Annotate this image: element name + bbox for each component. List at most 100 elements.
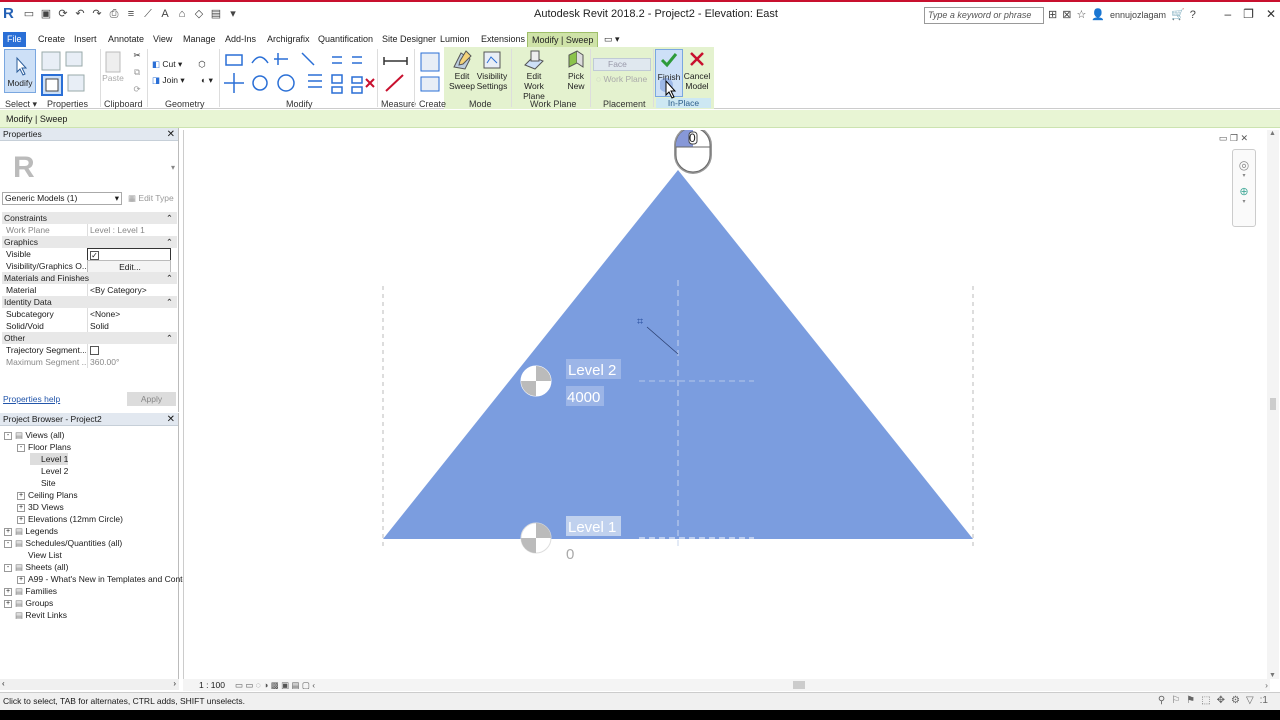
tab-view[interactable]: View <box>149 32 176 47</box>
checkbox[interactable] <box>90 346 99 356</box>
tab-add-ins[interactable]: Add-Ins <box>221 32 260 47</box>
tab-insert[interactable]: Insert <box>70 32 101 47</box>
browser-node[interactable]: + Elevations (12mm Circle) <box>17 513 123 525</box>
browser-node[interactable]: Site <box>30 477 56 489</box>
cut-button[interactable]: ◧ Cut ▾ <box>152 59 198 69</box>
steering-wheel-dropdown[interactable]: ▾ <box>1233 172 1255 179</box>
geometry-tool-2-icon[interactable]: ◐ ▾ <box>195 75 219 85</box>
browser-node[interactable]: + ▤ Families <box>4 585 57 597</box>
open-icon[interactable]: ▭ <box>22 7 36 21</box>
level-2-elevation[interactable]: 4000 <box>567 389 600 406</box>
browser-node[interactable]: View List <box>17 549 62 561</box>
property-category[interactable]: Identity Data ⌃ <box>2 296 177 308</box>
vertical-scrollbar[interactable]: ▲ ▼ <box>1267 130 1279 679</box>
browser-node[interactable]: - ▤ Sheets (all) <box>4 561 68 573</box>
maximize-icon[interactable]: ❐ <box>1243 7 1254 21</box>
tab-extensions[interactable]: Extensions <box>477 32 529 47</box>
measure-icon[interactable]: ≡ <box>124 7 138 21</box>
property-category[interactable]: Constraints ⌃ <box>2 212 177 224</box>
scroll-right-icon[interactable]: › <box>173 679 176 688</box>
link-icon[interactable]: ⚲ <box>1158 693 1165 709</box>
edit-type-button[interactable]: ▦ Edit Type <box>128 193 174 204</box>
scroll-right-icon[interactable]: › <box>1265 679 1268 691</box>
tab-annotate[interactable]: Annotate <box>104 32 148 47</box>
expand-icon[interactable]: + <box>17 575 25 584</box>
face-button[interactable]: Face <box>593 58 651 71</box>
favorites-icon[interactable]: ☆ <box>1076 8 1086 21</box>
underlay-icon[interactable]: ⚐ <box>1171 693 1180 709</box>
browser-node[interactable]: - Floor Plans <box>17 441 71 453</box>
close-icon[interactable]: ✕ <box>167 413 175 426</box>
pick-new-button[interactable]: Pick New <box>563 49 589 91</box>
scroll-down-icon[interactable]: ▼ <box>1269 672 1276 679</box>
collapse-icon[interactable]: ⌃ <box>166 236 173 248</box>
horizontal-scroll-thumb[interactable] <box>793 681 805 689</box>
background-process-icon[interactable]: ⚙ <box>1231 693 1240 709</box>
drag-icon[interactable]: ✥ <box>1217 693 1225 709</box>
create-icon[interactable] <box>418 51 442 95</box>
pinned-icon[interactable]: ⚑ <box>1186 693 1195 709</box>
tab-site-designer[interactable]: Site Designer <box>378 32 440 47</box>
type-dropdown-icon[interactable]: ▾ <box>171 163 175 172</box>
edit-sweep-button[interactable]: Edit Sweep <box>448 49 476 91</box>
save-icon[interactable]: ▣ <box>39 7 53 21</box>
user-name[interactable]: ennujozlagam <box>1110 10 1166 20</box>
property-value[interactable]: <None> <box>87 308 171 320</box>
text-icon[interactable]: A <box>158 7 172 21</box>
copy-small-icon[interactable]: ⧉ <box>130 67 144 77</box>
undo-icon[interactable]: ↶ <box>73 7 87 21</box>
customize-icon[interactable]: ▾ <box>226 7 240 21</box>
browser-node[interactable]: +3D Views <box>17 501 64 513</box>
tab-options-icon[interactable]: ▭ ▾ <box>600 32 624 47</box>
collapse-icon[interactable]: ⌃ <box>166 212 173 224</box>
exchange-icon[interactable]: ⊠ <box>1062 8 1071 21</box>
property-category[interactable]: Materials and Finishes ⌃ <box>2 272 177 284</box>
modify-tools[interactable] <box>222 49 377 97</box>
browser-node[interactable]: + ▤ Legends <box>4 525 58 537</box>
properties-help-link[interactable]: Properties help <box>3 394 60 404</box>
sync-icon[interactable]: ⟳ <box>56 7 70 21</box>
switch-windows-icon[interactable]: ▤ <box>209 7 223 21</box>
property-value[interactable]: Level : Level 1 <box>87 224 171 236</box>
view-control-icons[interactable]: ▭ ▭ ◌ ◑ ▩ ▣ ▤ ▢ ‹ <box>235 679 315 691</box>
tab-file[interactable]: File <box>3 32 26 47</box>
paste-button[interactable]: Paste <box>102 49 124 83</box>
drawing-area[interactable]: ⌗ Level 2 4000 Level 1 0 0 ▭ ❐ ✕ ◎ ▾ ⊕ ▾ <box>183 126 1271 679</box>
type-selector[interactable]: Generic Models (1) ▾ <box>2 192 122 205</box>
collapse-icon[interactable]: ⌃ <box>166 296 173 308</box>
expand-icon[interactable]: + <box>4 587 12 596</box>
search-input[interactable]: Type a keyword or phrase <box>924 7 1044 24</box>
view-minimize-icon[interactable]: ▭ <box>1219 133 1228 143</box>
property-value[interactable]: Solid <box>87 320 171 332</box>
collapse-icon[interactable]: - <box>4 563 12 572</box>
close-icon[interactable]: ✕ <box>1266 7 1276 21</box>
tab-modify-sweep[interactable]: Modify | Sweep <box>527 32 599 47</box>
select-faces-icon[interactable]: ⬚ <box>1201 693 1210 709</box>
browser-scrollbar[interactable]: ‹ › <box>0 679 179 690</box>
collapse-icon[interactable]: - <box>4 431 12 440</box>
expand-icon[interactable]: + <box>4 527 12 536</box>
tab-lumion[interactable]: Lumion <box>436 32 474 47</box>
expand-icon[interactable]: + <box>17 515 25 524</box>
tab-create[interactable]: Create <box>34 32 69 47</box>
collapse-icon[interactable]: ⌃ <box>166 332 173 344</box>
browser-node[interactable]: - ▤ Views (all) <box>4 429 64 441</box>
subscription-icon[interactable]: ⊞ <box>1048 8 1057 21</box>
property-value[interactable]: <By Category> <box>87 284 171 296</box>
tab-manage[interactable]: Manage <box>179 32 220 47</box>
join-button[interactable]: ◨ Join ▾ <box>152 75 198 85</box>
view-restore-icon[interactable]: ❐ <box>1230 133 1238 143</box>
elevation-view[interactable]: ⌗ Level 2 4000 Level 1 0 0 <box>184 126 1271 679</box>
properties-icons[interactable] <box>40 49 98 97</box>
browser-node[interactable]: + ▤ Groups <box>4 597 53 609</box>
modify-button[interactable]: Modify <box>4 49 36 93</box>
checkbox[interactable]: ✓ <box>90 251 99 261</box>
browser-node[interactable]: + Ceiling Plans <box>17 489 78 501</box>
work-plane-placement-button[interactable]: ◌ Work Plane <box>596 74 656 85</box>
view-close-icon[interactable]: ✕ <box>1240 133 1248 143</box>
collapse-icon[interactable]: - <box>4 539 12 548</box>
close-icon[interactable]: ✕ <box>167 128 175 141</box>
dimension-icon[interactable]: ⟋ <box>141 7 155 21</box>
match-small-icon[interactable]: ⟳ <box>130 84 144 94</box>
edit-work-plane-button[interactable]: Edit Work Plane <box>513 49 555 101</box>
